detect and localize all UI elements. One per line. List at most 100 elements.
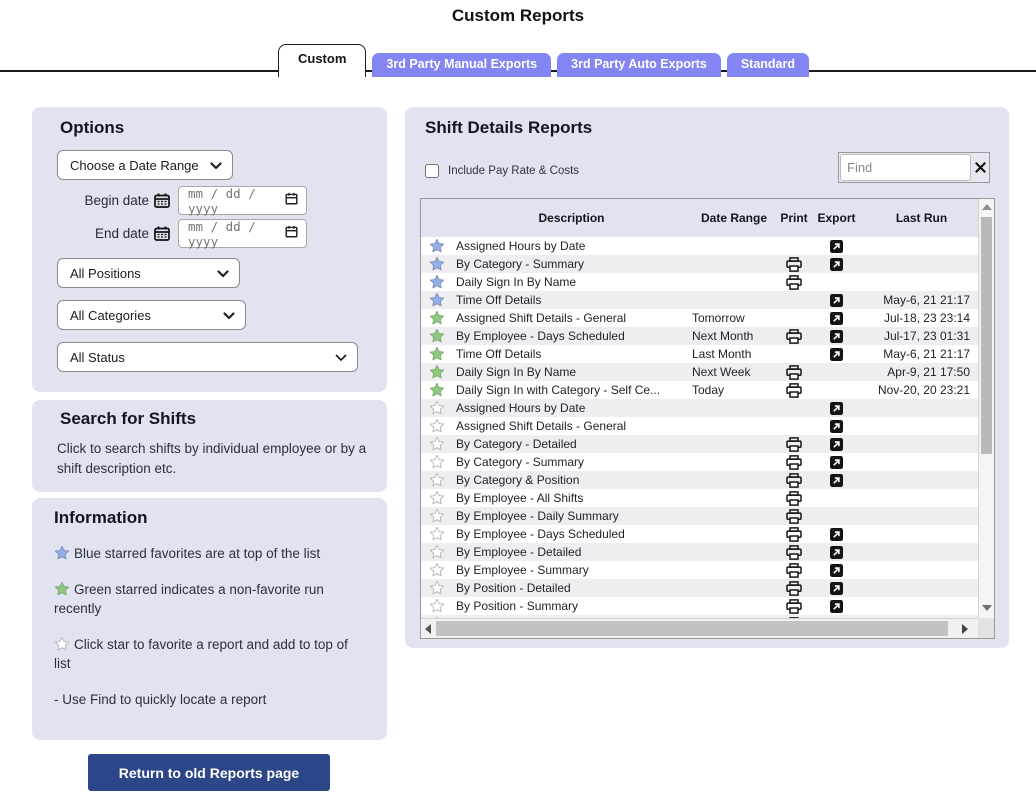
date-picker-icon[interactable]: [285, 225, 298, 243]
export-arrow-icon[interactable]: [810, 456, 863, 469]
scroll-down-arrow-icon[interactable]: [982, 605, 992, 611]
report-description[interactable]: By Position - Detailed: [453, 581, 690, 595]
horizontal-scrollbar-thumb[interactable]: [436, 621, 948, 636]
export-arrow-icon[interactable]: [810, 330, 863, 343]
export-arrow-icon[interactable]: [810, 546, 863, 559]
printer-icon[interactable]: [778, 527, 810, 542]
export-arrow-icon[interactable]: [810, 438, 863, 451]
export-arrow-icon[interactable]: [810, 474, 863, 487]
find-input[interactable]: [840, 154, 971, 181]
report-description[interactable]: By Position - Summary: [453, 599, 690, 613]
empty-star-icon[interactable]: [421, 490, 453, 506]
reports-table: Description Date Range Print Export Last…: [420, 198, 995, 639]
export-arrow-icon[interactable]: [810, 258, 863, 271]
report-description[interactable]: By Employee - Detailed: [453, 545, 690, 559]
positions-select[interactable]: All Positions: [57, 258, 240, 288]
export-arrow-icon[interactable]: [810, 600, 863, 613]
report-description[interactable]: By Category - Detailed: [453, 437, 690, 451]
empty-star-icon[interactable]: [421, 436, 453, 452]
date-picker-icon[interactable]: [285, 192, 298, 210]
blue-star-icon[interactable]: [421, 292, 453, 308]
report-description[interactable]: Time Off Details: [453, 347, 690, 361]
green-star-icon[interactable]: [421, 328, 453, 344]
report-description[interactable]: Assigned Hours by Date: [453, 239, 690, 253]
search-for-shifts-panel[interactable]: Search for Shifts Click to search shifts…: [32, 400, 387, 492]
begin-date-input[interactable]: mm / dd / yyyy: [178, 186, 307, 215]
printer-icon[interactable]: [778, 257, 810, 272]
scroll-right-arrow-icon[interactable]: [962, 624, 968, 634]
include-pay-rate-checkbox[interactable]: [425, 164, 439, 178]
empty-star-icon[interactable]: [421, 508, 453, 524]
report-description[interactable]: Assigned Shift Details - General: [453, 419, 690, 433]
vertical-scrollbar-thumb[interactable]: [981, 217, 992, 454]
empty-star-icon[interactable]: [421, 544, 453, 560]
report-description[interactable]: By Category - Summary: [453, 257, 690, 271]
printer-icon[interactable]: [778, 365, 810, 380]
blue-star-icon[interactable]: [421, 274, 453, 290]
export-arrow-icon[interactable]: [810, 240, 863, 253]
printer-icon[interactable]: [778, 473, 810, 488]
status-select[interactable]: All Status: [57, 342, 358, 372]
export-arrow-icon[interactable]: [810, 294, 863, 307]
report-description[interactable]: Time Off Details: [453, 293, 690, 307]
printer-icon[interactable]: [778, 437, 810, 452]
report-description[interactable]: By Employee - Daily Summary: [453, 509, 690, 523]
close-x-icon[interactable]: [971, 154, 989, 181]
printer-icon[interactable]: [778, 509, 810, 524]
tab-custom[interactable]: Custom: [278, 44, 366, 77]
report-description[interactable]: Assigned Shift Details - General: [453, 311, 690, 325]
export-arrow-icon[interactable]: [810, 528, 863, 541]
printer-icon[interactable]: [778, 581, 810, 596]
empty-star-icon[interactable]: [421, 418, 453, 434]
date-range-select[interactable]: Choose a Date Range: [57, 150, 233, 180]
report-description[interactable]: By Category - Summary: [453, 455, 690, 469]
report-description[interactable]: Daily Sign In By Name: [453, 365, 690, 379]
printer-icon[interactable]: [778, 563, 810, 578]
report-description[interactable]: Daily Sign In with Category - Self Ce...: [453, 383, 690, 397]
tab-3rd-party-manual-exports[interactable]: 3rd Party Manual Exports: [372, 53, 551, 77]
scroll-up-arrow-icon[interactable]: [982, 204, 992, 210]
empty-star-icon[interactable]: [421, 562, 453, 578]
blue-star-icon[interactable]: [421, 256, 453, 272]
report-description[interactable]: By Employee - Summary: [453, 563, 690, 577]
empty-star-icon[interactable]: [421, 472, 453, 488]
green-star-icon[interactable]: [421, 310, 453, 326]
report-description[interactable]: By Category & Position: [453, 473, 690, 487]
blue-star-icon[interactable]: [421, 238, 453, 254]
report-description[interactable]: By Employee - Days Scheduled: [453, 329, 690, 343]
tab-standard[interactable]: Standard: [727, 53, 809, 77]
printer-icon[interactable]: [778, 455, 810, 470]
export-arrow-icon[interactable]: [810, 420, 863, 433]
export-arrow-icon[interactable]: [810, 312, 863, 325]
printer-icon[interactable]: [778, 275, 810, 290]
empty-star-icon[interactable]: [421, 454, 453, 470]
export-arrow-icon[interactable]: [810, 564, 863, 577]
scroll-left-arrow-icon[interactable]: [425, 624, 431, 634]
export-arrow-icon[interactable]: [810, 582, 863, 595]
printer-icon[interactable]: [778, 383, 810, 398]
report-description[interactable]: By Employee - Days Scheduled: [453, 527, 690, 541]
tab-3rd-party-auto-exports[interactable]: 3rd Party Auto Exports: [557, 53, 721, 77]
vertical-scrollbar[interactable]: [978, 199, 994, 618]
categories-select[interactable]: All Categories: [57, 300, 246, 330]
printer-icon[interactable]: [778, 491, 810, 506]
return-to-old-reports-button[interactable]: Return to old Reports page: [88, 754, 330, 791]
horizontal-scrollbar[interactable]: [421, 618, 980, 638]
empty-star-icon[interactable]: [421, 580, 453, 596]
empty-star-icon[interactable]: [421, 526, 453, 542]
search-for-shifts-heading[interactable]: Search for Shifts: [60, 409, 196, 429]
report-description[interactable]: By Employee - All Shifts: [453, 491, 690, 505]
report-description[interactable]: Assigned Hours by Date: [453, 401, 690, 415]
export-arrow-icon[interactable]: [810, 348, 863, 361]
empty-star-icon[interactable]: [421, 598, 453, 614]
green-star-icon[interactable]: [421, 364, 453, 380]
end-date-input[interactable]: mm / dd / yyyy: [178, 219, 307, 248]
printer-icon[interactable]: [778, 599, 810, 614]
export-arrow-icon[interactable]: [810, 402, 863, 415]
printer-icon[interactable]: [778, 545, 810, 560]
printer-icon[interactable]: [778, 329, 810, 344]
green-star-icon[interactable]: [421, 346, 453, 362]
empty-star-icon[interactable]: [421, 400, 453, 416]
green-star-icon[interactable]: [421, 382, 453, 398]
report-description[interactable]: Daily Sign In By Name: [453, 275, 690, 289]
